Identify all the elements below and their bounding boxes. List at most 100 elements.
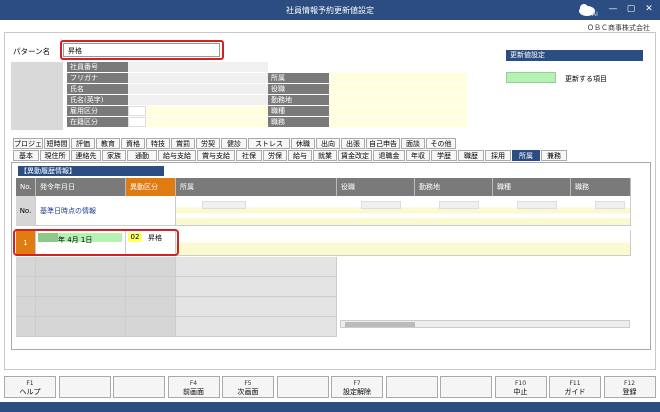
tab-row2[interactable]: 労保 xyxy=(263,150,287,161)
fkey-number: F1 xyxy=(26,380,34,387)
tab-row2[interactable]: 兼務 xyxy=(541,150,567,161)
status-bar xyxy=(0,402,660,412)
tab-row1[interactable]: その他 xyxy=(426,138,456,149)
legend-item-label: 更新する項目 xyxy=(565,75,607,83)
field-label: 役職 xyxy=(268,84,329,95)
horizontal-scrollbar[interactable] xyxy=(340,320,630,328)
employee-values-right xyxy=(329,73,467,128)
empty-row-shozoku xyxy=(176,277,337,297)
field-value xyxy=(128,73,268,84)
field-value-split xyxy=(128,117,268,128)
field-value-split xyxy=(128,106,268,117)
fkey-f12-button[interactable]: F12 登録 xyxy=(603,376,656,398)
tab-row1[interactable]: 自己申告 xyxy=(366,138,400,149)
empty-row-shozoku xyxy=(176,297,337,317)
empty-row-shozoku xyxy=(176,257,337,277)
empty-row-date xyxy=(36,277,126,297)
row-1-values[interactable] xyxy=(176,230,631,256)
fkey-label: 設定解除 xyxy=(343,388,371,396)
tab-row2[interactable]: 年収 xyxy=(406,150,430,161)
fkey-empty-button xyxy=(440,376,492,398)
shokumu-code-box xyxy=(595,201,625,209)
fkey-f7-button[interactable]: F7 設定解除 xyxy=(331,376,383,398)
header-shokumu: 職務 xyxy=(571,178,631,196)
tab-row1[interactable]: 資格 xyxy=(121,138,145,149)
fkey-label: 前画面 xyxy=(183,388,204,396)
field-value xyxy=(128,95,268,106)
tab-row1[interactable]: 特技 xyxy=(146,138,170,149)
tab-row2[interactable]: 通勤 xyxy=(127,150,157,161)
tab-row1[interactable]: 面談 xyxy=(401,138,425,149)
maximize-button[interactable]: ▢ xyxy=(624,3,638,16)
kinmuchi-code-box xyxy=(439,201,479,209)
fkey-number: F4 xyxy=(189,380,198,387)
fkey-label: ヘルプ xyxy=(19,388,41,396)
minimize-button[interactable]: — xyxy=(606,3,620,16)
field-value xyxy=(329,117,467,128)
field-label: 職務 xyxy=(268,117,329,128)
fkey-f11-button[interactable]: F11 ガイド xyxy=(549,376,601,398)
fkey-f1-button[interactable]: F1 ヘルプ xyxy=(4,376,56,398)
tab-row1[interactable]: 出向 xyxy=(316,138,340,149)
empty-row-no xyxy=(16,257,36,277)
shozoku-code-box xyxy=(202,201,246,209)
field-label: 職種 xyxy=(268,106,329,117)
row-1-highlight xyxy=(13,229,179,256)
tab-row2[interactable]: 就業 xyxy=(313,150,337,161)
tab-row1[interactable]: 評価 xyxy=(71,138,95,149)
fkey-number: F5 xyxy=(244,380,252,387)
tab-row1[interactable]: ストレス xyxy=(248,138,290,149)
fkey-label: 次画面 xyxy=(237,388,259,396)
field-value xyxy=(128,84,268,95)
fkey-f4-button[interactable]: F4 前画面 xyxy=(167,376,220,398)
base-row-label: 基準日時点の情報 xyxy=(36,196,176,226)
tab-row2[interactable]: 所属 xyxy=(512,150,540,161)
fkey-f10-button[interactable]: F10 中止 xyxy=(494,376,547,398)
title-bar: 社員情報予約更新値設定 AI — ▢ ✕ xyxy=(0,0,660,20)
tab-row2[interactable]: 職歴 xyxy=(458,150,484,161)
fkey-empty-button xyxy=(58,376,111,398)
tab-row2[interactable]: 家族 xyxy=(102,150,126,161)
employee-photo xyxy=(11,62,63,130)
base-row-no: No. xyxy=(16,196,36,226)
fkey-f5-button[interactable]: F5 次画面 xyxy=(222,376,274,398)
tab-row2[interactable]: 賃金改定 xyxy=(338,150,372,161)
tab-row1[interactable]: プロジェ xyxy=(13,138,43,149)
close-button[interactable]: ✕ xyxy=(642,3,656,16)
tab-row2[interactable]: 連絡先 xyxy=(71,150,101,161)
yakushoku-code-box xyxy=(361,201,401,209)
header-no: No. xyxy=(16,178,36,196)
pattern-highlight xyxy=(60,40,224,60)
field-label: 氏名(英字) xyxy=(67,95,128,106)
scrollbar-thumb[interactable] xyxy=(345,322,415,327)
fkey-empty-button xyxy=(276,376,329,398)
fkey-number: F10 xyxy=(514,380,527,387)
header-kinmuchi: 勤務地 xyxy=(415,178,493,196)
field-value xyxy=(329,84,467,95)
tab-row2[interactable]: 給与 xyxy=(288,150,312,161)
tab-row1[interactable]: 休職 xyxy=(291,138,315,149)
tab-row2[interactable]: 基本 xyxy=(13,150,39,161)
tab-row1[interactable]: 労契 xyxy=(196,138,220,149)
tab-row1[interactable]: 健診 xyxy=(221,138,247,149)
employee-labels-right: 所属 役職 勤務地 職種 職務 xyxy=(268,73,329,128)
empty-row-date xyxy=(36,317,126,337)
tab-row1[interactable]: 出張 xyxy=(341,138,365,149)
tab-row2[interactable]: 採用 xyxy=(485,150,511,161)
pattern-label: パターン名 xyxy=(13,47,51,56)
tab-row2[interactable]: 退職金 xyxy=(373,150,405,161)
field-value xyxy=(329,73,467,84)
tab-row2[interactable]: 社保 xyxy=(236,150,262,161)
tab-row2[interactable]: 現住所 xyxy=(40,150,70,161)
employee-labels-left: 社員番号 フリガナ 氏名 氏名(英字) 雇用区分 在籍区分 xyxy=(67,62,128,128)
empty-row-no xyxy=(16,317,36,337)
header-yakushoku: 役職 xyxy=(337,178,415,196)
empty-row-no xyxy=(16,297,36,317)
tab-row1[interactable]: 賞罰 xyxy=(171,138,195,149)
tab-row2[interactable]: 学歴 xyxy=(431,150,457,161)
empty-row-date xyxy=(36,297,126,317)
tab-row2[interactable]: 賞与支給 xyxy=(197,150,235,161)
tab-row1[interactable]: 教育 xyxy=(96,138,120,149)
tab-row2[interactable]: 給与支給 xyxy=(158,150,196,161)
tab-row1[interactable]: 短時間 xyxy=(44,138,70,149)
